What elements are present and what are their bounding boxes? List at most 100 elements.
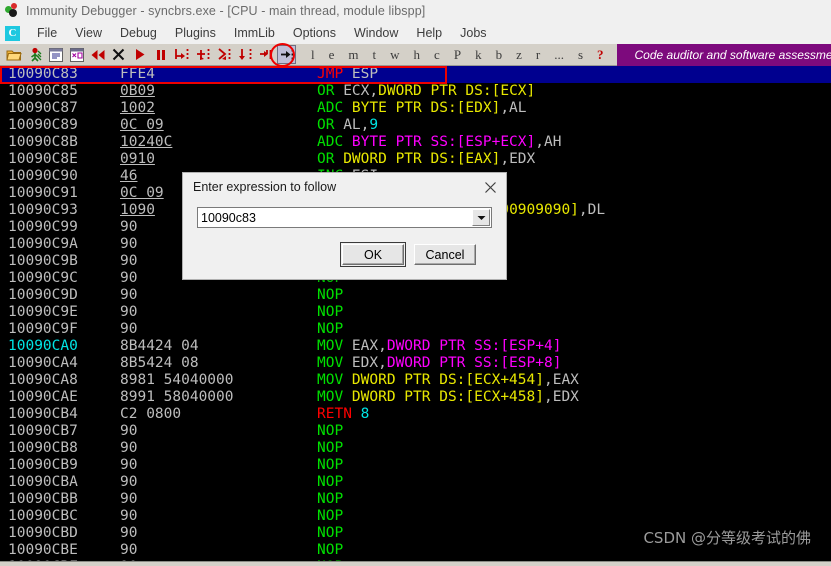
disassembly-row[interactable]: 10090CBB 90 NOP [0, 491, 831, 508]
toolbar-letter-m[interactable]: m [341, 47, 365, 63]
instruction-address: 10090CBB [8, 491, 78, 507]
instruction-mnemonic: NOP [317, 525, 344, 541]
toolbar-letter-h[interactable]: h [407, 47, 428, 63]
disassembly-row[interactable]: 10090CB9 90 NOP [0, 457, 831, 474]
cpu-disassembly-pane[interactable]: 10090C83 FFE4 JMP ESP 10090C85 0B09 OR ECX,DW… [0, 66, 831, 566]
expression-input[interactable] [198, 208, 472, 227]
instruction-bytes: FFE4 [120, 66, 155, 82]
instruction-bytes: 90 [120, 304, 138, 320]
ok-button[interactable]: OK [340, 242, 406, 267]
disassembly-row[interactable]: 10090CA4 8B5424 08 MOV EDX,DWORD PTR SS:[E… [0, 355, 831, 372]
disassembly-row[interactable]: 10090C89 0C 09 OR AL,9 [0, 117, 831, 134]
disassembly-row[interactable]: 10090CB7 90 NOP [0, 423, 831, 440]
menu-item-plugins[interactable]: Plugins [166, 26, 225, 40]
toolbar-letter-s[interactable]: s [571, 47, 590, 63]
chevron-down-icon[interactable] [472, 209, 490, 226]
disassembly-row[interactable]: 10090C9E 90 NOP [0, 304, 831, 321]
toolbar-letter-c[interactable]: c [427, 47, 447, 63]
cancel-button[interactable]: Cancel [414, 244, 476, 265]
disassembly-row[interactable]: 10090CBE 90 NOP [0, 542, 831, 559]
disassembly-row[interactable]: 10090C8E 0910 OR DWORD PTR DS:[EAX],EDX [0, 151, 831, 168]
close-icon[interactable] [478, 176, 502, 198]
disassembly-row[interactable]: 10090CBA 90 NOP [0, 474, 831, 491]
instruction-mnemonic: NOP [317, 457, 344, 473]
instruction-address: 10090C8E [8, 151, 78, 167]
toolbar-letter-z[interactable]: z [509, 47, 529, 63]
instruction-mnemonic: MOV EAX,DWORD PTR SS:[ESP+4] [317, 338, 562, 354]
toolbar-letter-b[interactable]: b [489, 47, 510, 63]
trace-over-icon[interactable] [277, 45, 296, 64]
instruction-address: 10090CB4 [8, 406, 78, 422]
instruction-bytes: 8991 58040000 [120, 389, 234, 405]
expression-combobox[interactable] [197, 207, 492, 228]
dialog-body: OK Cancel [183, 201, 506, 267]
disassembly-row[interactable]: 10090CB8 90 NOP [0, 440, 831, 457]
disassembly-row[interactable]: 10090C83 FFE4 JMP ESP [0, 66, 831, 83]
disassembly-row[interactable]: 10090CBD 90 NOP [0, 525, 831, 542]
menu-item-immlib[interactable]: ImmLib [225, 26, 284, 40]
open-file-icon[interactable] [4, 45, 23, 64]
instruction-mnemonic: OR DWORD PTR DS:[EAX],EDX [317, 151, 536, 167]
instruction-bytes: 90 [120, 321, 138, 337]
instruction-mnemonic: RETN 8 [317, 406, 370, 422]
disassembly-row[interactable]: 10090C87 1002 ADC BYTE PTR DS:[EDX],AL [0, 100, 831, 117]
instruction-mnemonic: MOV EDX,DWORD PTR SS:[ESP+8] [317, 355, 562, 371]
menu-item-jobs[interactable]: Jobs [451, 26, 495, 40]
instruction-mnemonic: MOV DWORD PTR DS:[ECX+458],EDX [317, 389, 579, 405]
help-question-icon[interactable]: ? [590, 47, 611, 63]
toolbar-letter-ellipsis[interactable]: ... [547, 47, 571, 63]
rewind-icon[interactable] [88, 45, 107, 64]
instruction-address: 10090CA8 [8, 372, 78, 388]
toolbar-letter-w[interactable]: w [383, 47, 406, 63]
pause-icon[interactable] [151, 45, 170, 64]
instruction-bytes: 0C 09 [120, 117, 164, 133]
disassembly-row[interactable]: 10090C9F 90 NOP [0, 321, 831, 338]
instruction-address: 10090C89 [8, 117, 78, 133]
toolbar-icon-group [0, 45, 296, 64]
modules-window-icon[interactable] [67, 45, 86, 64]
toolbar-letter-e[interactable]: e [322, 47, 342, 63]
menu-item-help[interactable]: Help [407, 26, 451, 40]
menu-item-options[interactable]: Options [284, 26, 345, 40]
instruction-address: 10090C8B [8, 134, 78, 150]
menu-item-window[interactable]: Window [345, 26, 407, 40]
run-icon[interactable] [130, 45, 149, 64]
disassembly-row[interactable]: 10090C85 0B09 OR ECX,DWORD PTR DS:[ECX] [0, 83, 831, 100]
disassembly-row[interactable]: 10090CAE 8991 58040000 MOV DWORD PTR DS:[E… [0, 389, 831, 406]
disassembly-row[interactable]: 10090CA0 8B4424 04 MOV EAX,DWORD PTR SS:[E… [0, 338, 831, 355]
dialog-button-row: OK Cancel [197, 228, 492, 267]
toolbar-letter-r[interactable]: r [529, 47, 547, 63]
instruction-mnemonic: NOP [317, 423, 344, 439]
window-title: Immunity Debugger - syncbrs.exe - [CPU -… [26, 3, 426, 18]
disassembly-row[interactable]: 10090CA8 8981 54040000 MOV DWORD PTR DS:[E… [0, 372, 831, 389]
immlib-console-icon[interactable]: C [5, 25, 20, 41]
dialog-title-bar: Enter expression to follow [183, 173, 506, 201]
instruction-address: 10090C91 [8, 185, 78, 201]
disassembly-row[interactable]: 10090C8B 10240C ADC BYTE PTR SS:[ESP+ECX],… [0, 134, 831, 151]
step-over-icon[interactable] [193, 45, 212, 64]
restart-icon[interactable] [25, 45, 44, 64]
toolbar-letter-p[interactable]: P [447, 47, 468, 63]
enter-expression-dialog: Enter expression to follow OK Cancel [182, 172, 507, 280]
menu-item-debug[interactable]: Debug [111, 26, 166, 40]
toolbar: l e m t w h c P k b z r ... s ? Code aud… [0, 43, 831, 67]
log-window-icon[interactable] [46, 45, 65, 64]
instruction-bytes: 8981 54040000 [120, 372, 234, 388]
toolbar-letter-t[interactable]: t [366, 47, 384, 63]
trace-into-icon[interactable] [256, 45, 275, 64]
menu-item-view[interactable]: View [66, 26, 111, 40]
animate-into-icon[interactable] [214, 45, 233, 64]
instruction-bytes: 90 [120, 287, 138, 303]
step-into-icon[interactable] [172, 45, 191, 64]
close-program-icon[interactable] [109, 45, 128, 64]
toolbar-letter-k[interactable]: k [468, 47, 489, 63]
menu-item-file[interactable]: File [28, 26, 66, 40]
instruction-mnemonic: OR AL,9 [317, 117, 379, 133]
instruction-address: 10090C9D [8, 287, 78, 303]
instruction-mnemonic: NOP [317, 321, 344, 337]
execute-till-return-icon[interactable] [235, 45, 254, 64]
disassembly-row[interactable]: 10090C9D 90 NOP [0, 287, 831, 304]
disassembly-row[interactable]: 10090CBC 90 NOP [0, 508, 831, 525]
disassembly-row[interactable]: 10090CB4 C2 0800 RETN 8 [0, 406, 831, 423]
toolbar-letter-l[interactable]: l [304, 47, 322, 63]
